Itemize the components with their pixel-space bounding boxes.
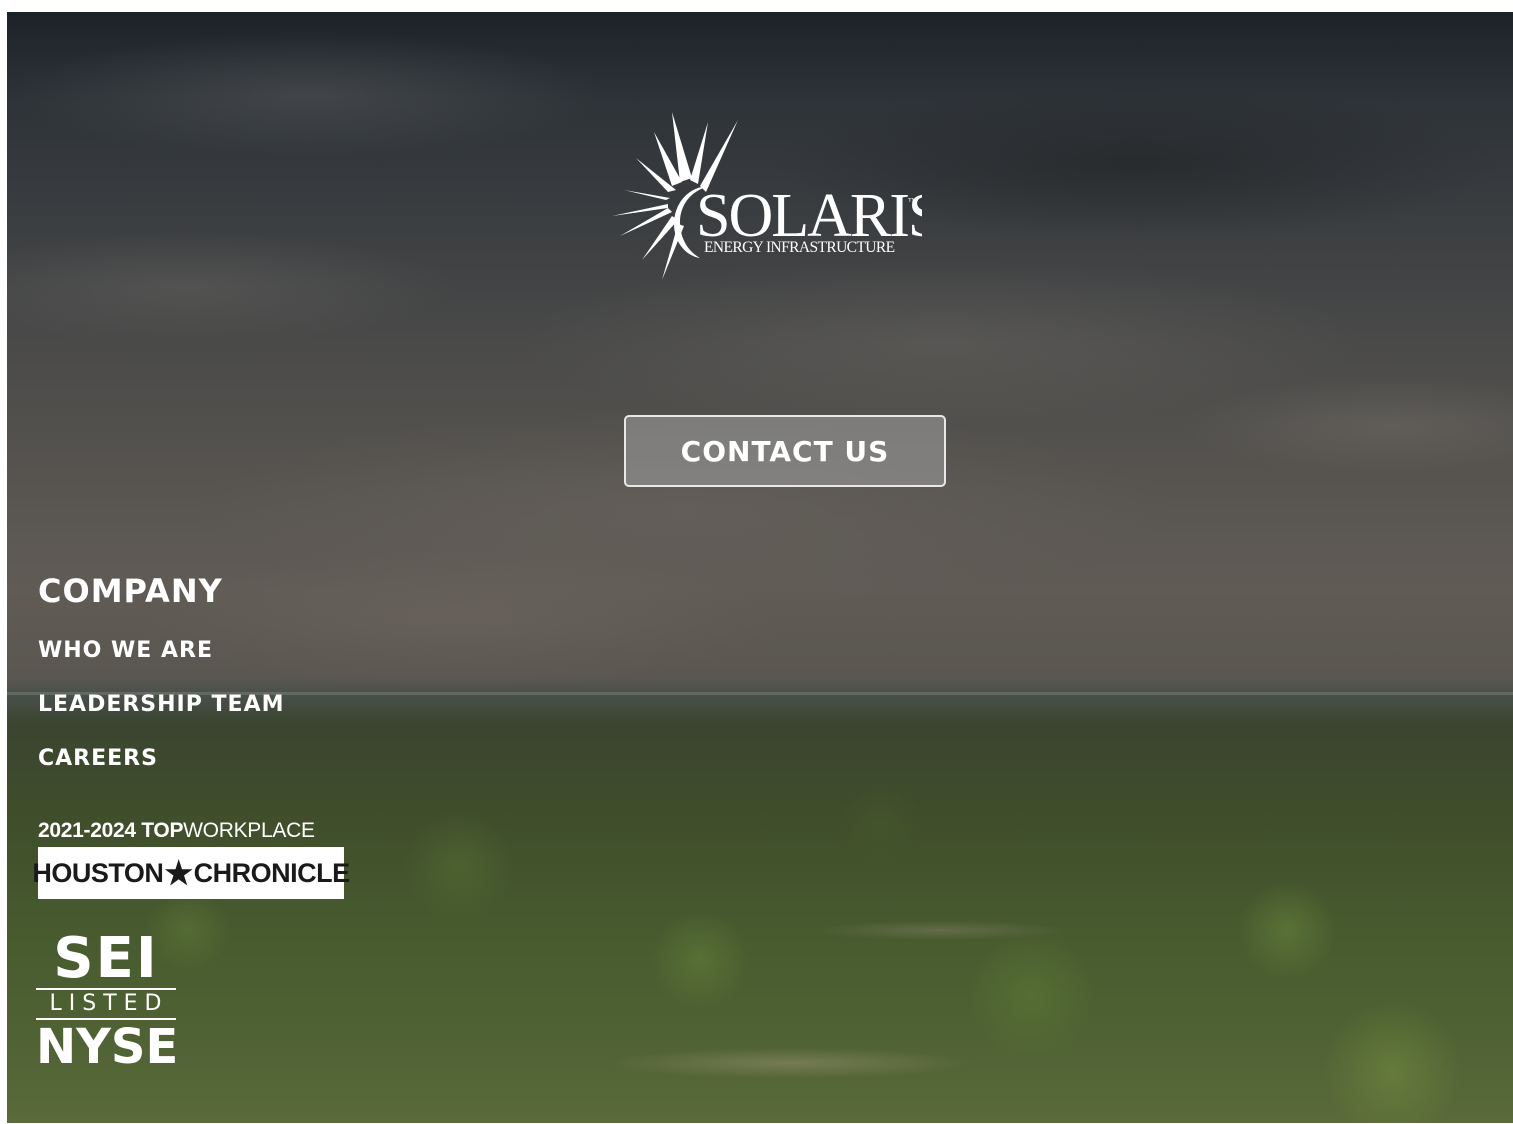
award-title: 2021-2024 TOPWORKPLACE bbox=[38, 819, 348, 843]
award-top: TOP bbox=[141, 819, 184, 842]
leadership-team-link[interactable]: LEADERSHIP TEAM bbox=[38, 692, 284, 717]
award-years: 2021-2024 bbox=[38, 819, 142, 842]
list-item: LEADERSHIP TEAM bbox=[38, 690, 284, 719]
publisher-right: CHRONICLE bbox=[193, 857, 351, 888]
sun-burst-icon: SOLARIS ™ ENERGY INFRASTRUCTURE bbox=[612, 112, 942, 280]
houston-chronicle-plate: HOUSTON ★ CHRONICLE bbox=[32, 847, 350, 899]
exchange-name: NYSE bbox=[36, 1019, 179, 1075]
company-nav: COMPANY WHO WE ARE LEADERSHIP TEAM CAREE… bbox=[38, 572, 284, 798]
solaris-logo[interactable]: SOLARIS ™ ENERGY INFRASTRUCTURE bbox=[612, 112, 942, 282]
logo-tagline: ENERGY INFRASTRUCTURE bbox=[704, 239, 895, 256]
listed-label: LISTED bbox=[36, 988, 176, 1020]
ticker-symbol: SEI bbox=[53, 926, 159, 991]
publisher-left: HOUSTON bbox=[32, 857, 164, 888]
company-links: WHO WE ARE LEADERSHIP TEAM CAREERS bbox=[38, 636, 284, 773]
trademark-symbol: ™ bbox=[908, 196, 917, 206]
footer-hero: SOLARIS ™ ENERGY INFRASTRUCTURE CONTACT … bbox=[7, 12, 1513, 1123]
list-item: CAREERS bbox=[38, 744, 284, 773]
who-we-are-link[interactable]: WHO WE ARE bbox=[38, 638, 213, 663]
star-icon: ★ bbox=[164, 855, 193, 891]
nyse-listing-badge[interactable]: SEI LISTED NYSE bbox=[36, 926, 179, 1075]
list-item: WHO WE ARE bbox=[38, 636, 284, 665]
award-workplace: WORKPLACE bbox=[183, 819, 315, 842]
careers-link[interactable]: CAREERS bbox=[38, 746, 158, 771]
company-heading: COMPANY bbox=[38, 572, 223, 610]
top-workplace-badge[interactable]: 2021-2024 TOPWORKPLACE HOUSTON ★ CHRONICLE bbox=[32, 819, 350, 899]
contact-us-button[interactable]: CONTACT US bbox=[624, 415, 946, 487]
